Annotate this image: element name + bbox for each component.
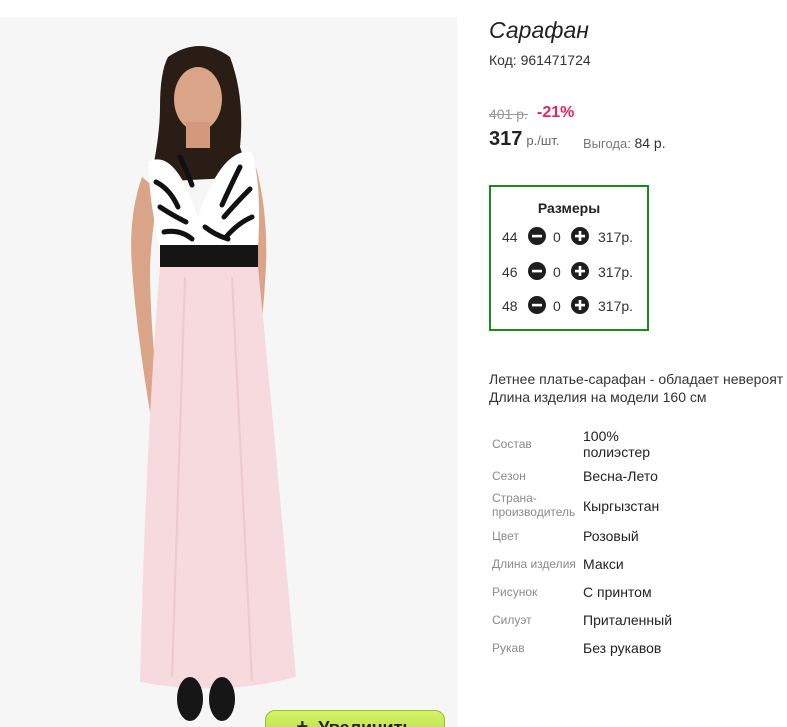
description-line: Летнее платье-сарафан - обладает невероя…: [489, 371, 784, 387]
product-description: Летнее платье-сарафан - обладает невероя…: [489, 370, 783, 406]
description-line: Длина изделия на модели 160 см: [489, 389, 707, 405]
product-info: Сарафан Код: 961471724 401 р. -21% 317 р.…: [489, 0, 787, 727]
spec-key: Сезон: [492, 469, 526, 483]
size-row-44: 44 0 317р.: [491, 227, 647, 247]
current-price: 317 р./шт.: [489, 128, 559, 151]
price-value: 317: [489, 128, 523, 150]
size-label: 48: [502, 298, 518, 314]
discount-badge: -21%: [537, 104, 575, 121]
savings: Выгода: 84 р.: [583, 135, 666, 151]
savings-value: 84 р.: [634, 135, 666, 151]
quantity-value: 0: [553, 298, 561, 314]
spec-value: С принтом: [583, 584, 652, 600]
size-row-48: 48 0 317р.: [491, 296, 647, 316]
sizes-title: Размеры: [537, 200, 601, 216]
savings-label: Выгода:: [583, 136, 631, 151]
product-image-gallery: + Увеличить: [0, 17, 457, 727]
plus-icon: [575, 231, 585, 241]
decrease-quantity-button[interactable]: [528, 262, 546, 280]
sizes-selector: Размеры 44 0 317р. 46 0 317р. 48 0 317р.: [489, 185, 649, 331]
size-price: 317р.: [598, 264, 634, 280]
decrease-quantity-button[interactable]: [528, 227, 546, 245]
decrease-quantity-button[interactable]: [528, 296, 546, 314]
spec-key: Силуэт: [492, 613, 532, 627]
spec-key-line: Страна-: [492, 491, 537, 505]
spec-value-line: полиэстер: [583, 444, 651, 460]
size-price: 317р.: [598, 298, 634, 314]
spec-value: Без рукавов: [583, 640, 662, 656]
spec-value: Весна-Лето: [583, 468, 658, 484]
increase-quantity-button[interactable]: [571, 227, 589, 245]
minus-icon: [532, 234, 542, 238]
spec-key-line: производитель: [492, 505, 576, 519]
minus-icon: [532, 303, 542, 307]
spec-key: Рукав: [492, 641, 525, 655]
spec-key: Состав: [492, 437, 532, 451]
quantity-value: 0: [553, 229, 561, 245]
zoom-image-button[interactable]: + Увеличить: [265, 710, 445, 727]
plus-icon: [575, 300, 585, 310]
spec-value: Розовый: [583, 528, 639, 544]
spec-key: Длина изделия: [492, 557, 576, 571]
increase-quantity-button[interactable]: [571, 296, 589, 314]
size-price: 317р.: [598, 229, 634, 245]
spec-key: Рисунок: [492, 585, 538, 599]
spec-value: Кыргызстан: [583, 498, 660, 514]
minus-icon: [532, 269, 542, 273]
spec-value: 100% полиэстер: [583, 428, 650, 460]
spec-value: Приталенный: [583, 612, 673, 628]
spec-value-line: 100%: [583, 428, 619, 444]
size-row-46: 46 0 317р.: [491, 262, 647, 282]
price-unit: р./шт.: [526, 133, 560, 148]
size-label: 46: [502, 264, 518, 280]
product-photo[interactable]: [0, 17, 457, 727]
old-price: 401 р.: [489, 106, 528, 122]
size-label: 44: [502, 229, 518, 245]
spec-value: Макси: [583, 556, 624, 572]
plus-icon: +: [296, 716, 309, 727]
plus-icon: [575, 266, 585, 276]
spec-key: Страна- производитель: [492, 491, 575, 519]
product-code: Код: 961471724: [489, 52, 591, 68]
increase-quantity-button[interactable]: [571, 262, 589, 280]
spec-key: Цвет: [492, 529, 519, 543]
product-title: Сарафан: [489, 17, 589, 43]
zoom-button-label: Увеличить: [318, 718, 413, 727]
quantity-value: 0: [553, 264, 561, 280]
